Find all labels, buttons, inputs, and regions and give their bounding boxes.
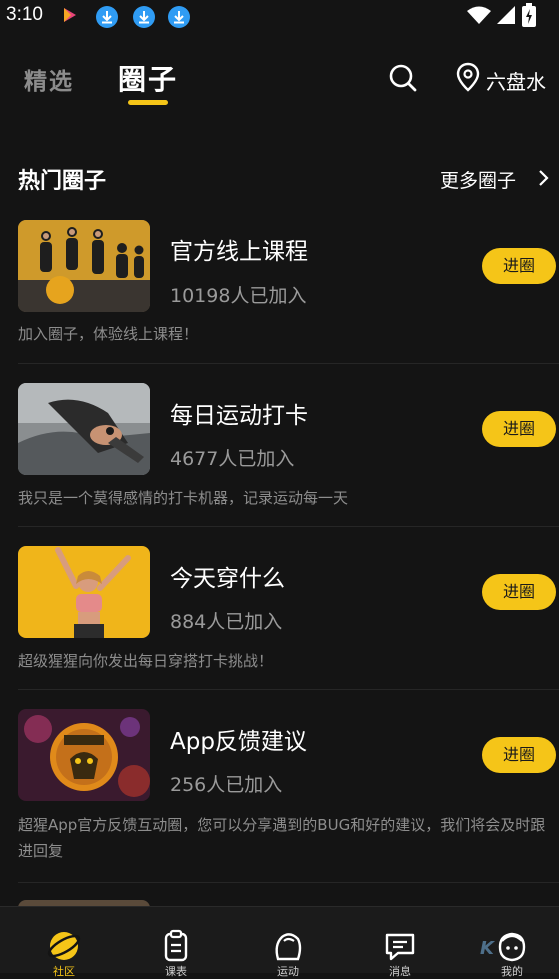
section-title: 热门圈子 (18, 169, 107, 194)
circle-members: 10198人已加入 (170, 285, 307, 307)
circle-thumbnail (18, 220, 150, 312)
circle-thumbnail (18, 709, 150, 801)
tab-featured[interactable]: 精选 (24, 62, 74, 96)
circle-members: 884人已加入 (170, 611, 283, 633)
circle-members: 4677人已加入 (170, 448, 295, 470)
nav-schedule[interactable]: 课表 (120, 907, 232, 978)
divider (18, 689, 559, 690)
join-circle-button[interactable]: 进圈 (482, 737, 556, 773)
chevron-right-icon[interactable] (538, 168, 550, 192)
search-icon[interactable] (388, 63, 418, 97)
nav-community[interactable]: 社区 (8, 907, 120, 978)
location-label[interactable]: 六盘水 (486, 66, 546, 95)
circle-members: 256人已加入 (170, 774, 283, 796)
nav-messages[interactable]: 消息 (344, 907, 456, 978)
circle-description: 超级猩猩向你发出每日穿搭打卡挑战！ (18, 652, 274, 670)
app-logo-icon (62, 6, 78, 28)
bottom-nav: 社区 课表 运动 消息 我的 (0, 906, 559, 978)
circle-description: 加入圈子，体验线上课程！ (18, 325, 199, 343)
message-icon (385, 933, 415, 961)
join-circle-button[interactable]: 进圈 (482, 574, 556, 610)
divider (18, 526, 559, 527)
circle-name[interactable]: 官方线上课程 (170, 232, 308, 266)
nav-sport[interactable]: 运动 (232, 907, 344, 978)
circle-name[interactable]: 每日运动打卡 (170, 396, 308, 430)
divider (18, 882, 559, 883)
download-icon (168, 6, 190, 28)
signal-icon (496, 5, 516, 29)
nav-label: 我的 (501, 965, 523, 978)
clipboard-icon (164, 929, 188, 962)
circle-thumbnail (18, 546, 150, 638)
circle-description: 我只是一个莫得感情的打卡机器，记录运动每一天 (18, 489, 349, 507)
nav-profile[interactable]: 我的 (456, 907, 559, 978)
more-circles-link[interactable]: 更多圈子 (440, 166, 516, 193)
profile-icon (498, 932, 526, 962)
nav-label: 社区 (53, 965, 75, 978)
tab-circles[interactable]: 圈子 (118, 58, 178, 98)
circle-name[interactable]: 今天穿什么 (170, 559, 285, 593)
circle-thumbnail (18, 383, 150, 475)
tab-active-indicator (128, 100, 168, 105)
battery-icon (522, 3, 536, 31)
nav-label: 课表 (165, 965, 187, 978)
status-time: 3:10 (6, 4, 43, 25)
planet-icon (47, 932, 81, 960)
circle-name[interactable]: App反馈建议 (170, 722, 307, 756)
nav-label: 消息 (389, 965, 411, 978)
watermark: K (480, 938, 494, 959)
sport-icon (275, 933, 302, 961)
divider (18, 363, 559, 364)
location-pin-icon[interactable] (456, 62, 480, 96)
download-icon (96, 6, 118, 28)
download-icon (133, 6, 155, 28)
nav-label: 运动 (277, 965, 299, 978)
join-circle-button[interactable]: 进圈 (482, 248, 556, 284)
status-bar: 3:10 (0, 0, 559, 32)
join-circle-button[interactable]: 进圈 (482, 411, 556, 447)
circle-description: 超猩App官方反馈互动圈，您可以分享遇到的BUG和好的建议，我们将会及时跟进回复 (18, 816, 546, 860)
wifi-icon (466, 5, 492, 29)
